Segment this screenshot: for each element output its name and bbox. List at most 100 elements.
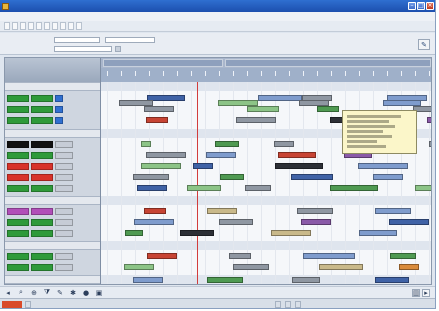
- task-bar[interactable]: [207, 208, 237, 214]
- resource-row[interactable]: [5, 104, 100, 115]
- task-bar[interactable]: [229, 253, 251, 259]
- task-bar[interactable]: [146, 152, 186, 158]
- toolbar-button[interactable]: [4, 22, 10, 30]
- toolbar-button[interactable]: [36, 22, 42, 30]
- task-bar[interactable]: [274, 141, 294, 147]
- timeline-area[interactable]: [101, 82, 431, 284]
- task-bar[interactable]: [303, 253, 355, 259]
- chart-view-icon[interactable]: ▥: [412, 288, 420, 297]
- reset-icon[interactable]: ●: [82, 289, 90, 297]
- edit-icon[interactable]: ✎: [56, 289, 64, 297]
- task-bar[interactable]: [133, 174, 169, 180]
- task-bar[interactable]: [207, 277, 243, 283]
- toolbar-button[interactable]: [12, 22, 18, 30]
- resource-row[interactable]: [5, 150, 100, 161]
- task-bar[interactable]: [137, 185, 167, 191]
- task-bar[interactable]: [291, 174, 333, 180]
- task-bar[interactable]: [134, 219, 174, 225]
- resource-row[interactable]: [5, 161, 100, 172]
- resource-row[interactable]: [5, 93, 100, 104]
- resource-group[interactable]: [5, 196, 100, 205]
- task-bar[interactable]: [119, 100, 153, 106]
- toolbar-button[interactable]: [20, 22, 26, 30]
- filter-icon[interactable]: ⧩: [43, 288, 51, 297]
- task-bar[interactable]: [141, 163, 181, 169]
- task-bar[interactable]: [330, 185, 378, 191]
- task-bar[interactable]: [187, 185, 221, 191]
- resource-group[interactable]: [5, 129, 100, 138]
- resource-group[interactable]: [5, 275, 100, 284]
- task-bar[interactable]: [146, 117, 168, 123]
- task-bar[interactable]: [275, 163, 323, 169]
- task-bar[interactable]: [399, 264, 419, 270]
- date-from-field[interactable]: [54, 37, 100, 43]
- task-bar[interactable]: [299, 100, 329, 106]
- task-bar[interactable]: [297, 208, 333, 214]
- task-bar[interactable]: [218, 100, 258, 106]
- resource-row[interactable]: [5, 217, 100, 228]
- task-bar[interactable]: [427, 117, 431, 123]
- minimize-button[interactable]: –: [408, 2, 416, 10]
- task-bar[interactable]: [219, 219, 253, 225]
- scroll-right-icon[interactable]: ▸: [422, 288, 430, 297]
- date-to-field[interactable]: [105, 37, 155, 43]
- start-button[interactable]: [2, 300, 22, 308]
- task-bar[interactable]: [206, 152, 236, 158]
- task-bar[interactable]: [389, 219, 429, 225]
- search-icon[interactable]: ⌕: [17, 288, 25, 297]
- task-bar[interactable]: [278, 152, 316, 158]
- task-bar[interactable]: [133, 277, 163, 283]
- resource-group[interactable]: [5, 241, 100, 250]
- back-icon[interactable]: ◂: [4, 289, 12, 297]
- task-bar[interactable]: [245, 185, 271, 191]
- toolbar-button[interactable]: [28, 22, 34, 30]
- task-bar[interactable]: [319, 264, 363, 270]
- resource-row[interactable]: [5, 115, 100, 126]
- task-bar[interactable]: [292, 277, 320, 283]
- task-bar[interactable]: [271, 230, 311, 236]
- maximize-button[interactable]: □: [417, 2, 425, 10]
- task-bar[interactable]: [373, 174, 403, 180]
- chevron-down-icon[interactable]: [115, 46, 121, 52]
- toolbar-button[interactable]: [44, 22, 50, 30]
- task-bar[interactable]: [233, 264, 269, 270]
- task-bar[interactable]: [144, 208, 166, 214]
- task-bar[interactable]: [415, 185, 431, 191]
- resource-row[interactable]: [5, 206, 100, 217]
- resource-row[interactable]: [5, 262, 100, 273]
- task-bar[interactable]: [258, 95, 302, 101]
- task-bar[interactable]: [301, 219, 331, 225]
- resource-row[interactable]: [5, 228, 100, 239]
- task-bar[interactable]: [141, 141, 151, 147]
- task-bar[interactable]: [144, 106, 174, 112]
- selection-field[interactable]: [54, 46, 112, 52]
- task-bar[interactable]: [358, 163, 408, 169]
- task-bar[interactable]: [220, 174, 244, 180]
- task-bar[interactable]: [247, 106, 279, 112]
- resource-row[interactable]: [5, 139, 100, 150]
- zoom-icon[interactable]: ⊕: [30, 289, 38, 297]
- task-bar[interactable]: [125, 230, 143, 236]
- task-bar[interactable]: [375, 208, 411, 214]
- task-bar[interactable]: [359, 230, 397, 236]
- task-bar[interactable]: [124, 264, 154, 270]
- task-bar[interactable]: [215, 141, 239, 147]
- task-bar[interactable]: [236, 117, 276, 123]
- task-bar[interactable]: [383, 100, 421, 106]
- pin-icon[interactable]: ✎: [418, 39, 430, 50]
- toolbar-button[interactable]: [60, 22, 66, 30]
- resource-group[interactable]: [5, 82, 100, 91]
- task-bar[interactable]: [317, 106, 339, 112]
- resource-row[interactable]: [5, 183, 100, 194]
- close-button[interactable]: ×: [426, 2, 434, 10]
- task-bar[interactable]: [375, 277, 409, 283]
- task-bar[interactable]: [193, 163, 213, 169]
- settings-icon[interactable]: ✱: [69, 289, 77, 297]
- task-bar[interactable]: [180, 230, 214, 236]
- resource-row[interactable]: [5, 172, 100, 183]
- toolbar-button[interactable]: [76, 22, 82, 30]
- toolbar-button[interactable]: [68, 22, 74, 30]
- task-bar[interactable]: [390, 253, 416, 259]
- task-bar[interactable]: [429, 141, 431, 147]
- resource-row[interactable]: [5, 251, 100, 262]
